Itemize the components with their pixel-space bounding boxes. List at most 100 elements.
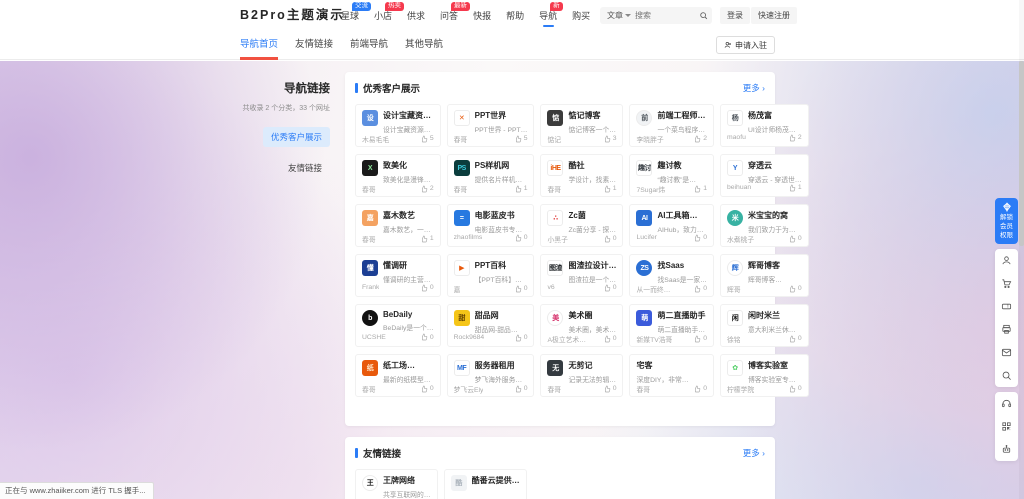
more-link[interactable]: 更多 › (743, 82, 765, 94)
like-button[interactable]: 0 (603, 235, 617, 243)
like-button[interactable]: 0 (603, 335, 617, 343)
site-card[interactable]: 王 王牌网络 共享互联网的… (355, 469, 438, 499)
site-card[interactable]: ✿ 博客实验室 博客实验室专… 柠檬学院 0 (720, 354, 809, 397)
search-button[interactable] (694, 7, 712, 24)
like-button[interactable]: 0 (693, 385, 707, 393)
like-button[interactable]: 0 (788, 285, 802, 293)
site-card[interactable]: PS PS样机网 提供名片样机… 春哥 1 (447, 154, 535, 197)
like-button[interactable]: 2 (693, 135, 707, 143)
like-button[interactable]: 0 (788, 235, 802, 243)
site-card[interactable]: 甜 甜品网 甜品网-甜品… Rock9684 0 (447, 304, 535, 347)
like-button[interactable]: 0 (514, 334, 528, 342)
more-link[interactable]: 更多 › (743, 447, 765, 459)
site-card[interactable]: 纸 纸工场… 最新的纸模型… 春哥 0 (355, 354, 441, 397)
site-card[interactable]: 辉 辉哥博客 辉哥博客… 辉哥 0 (720, 254, 809, 297)
like-button[interactable]: 0 (514, 385, 528, 393)
site-card[interactable]: X 致美化 致美化是漫锋… 春哥 2 (355, 154, 441, 197)
like-button[interactable]: 1 (693, 185, 707, 193)
site-card[interactable]: 前 前端工程师… 一个菜鸟程序… 李晓胖子 2 (629, 104, 713, 147)
site-card[interactable]: 趣讨 趣讨教 “趣讨教”是… 7Sugar炜 1 (629, 154, 713, 197)
top-nav-item[interactable]: 星球 交流 (341, 9, 359, 22)
subnav-tab[interactable]: 导航首页 (240, 30, 278, 60)
site-card[interactable]: 无 无剪记 记录无法剪辑… 春哥 0 (540, 354, 623, 397)
subnav-tab[interactable]: 其他导航 (405, 30, 443, 60)
unlock-vip-button[interactable]: 解锁会员权限 (995, 198, 1018, 244)
site-card[interactable]: 懂 懂调研 懂调研的主营… Frank 0 (355, 254, 441, 297)
scrollbar-thumb[interactable] (1019, 61, 1024, 246)
top-nav-item[interactable]: 导航 新 (539, 9, 557, 22)
like-button[interactable]: 0 (693, 234, 707, 242)
cart-icon[interactable] (995, 272, 1018, 295)
mail-icon[interactable] (995, 341, 1018, 364)
site-card[interactable]: 米 米宝宝的窝 我们致力于为… 水煮桃子 0 (720, 204, 809, 247)
like-button[interactable]: 0 (420, 284, 434, 292)
printer-icon[interactable] (995, 318, 1018, 341)
scrollbar[interactable] (1019, 0, 1024, 499)
site-card[interactable]: iHE 酷社 学设计，找素… 春哥 1 (540, 154, 623, 197)
site-card[interactable]: 设 设计宝藏资… 设计宝藏资源… 木易毛毛 5 (355, 104, 441, 147)
robot-icon[interactable] (995, 438, 1018, 461)
site-card[interactable]: 萌 萌二直播助手 萌二直播助手… 新媒TV浩哥 0 (629, 304, 713, 347)
site-card[interactable]: 嘉 嘉木数艺 嘉木数艺，一… 春哥 1 (355, 204, 441, 247)
site-card[interactable]: Y 穿透云 穿透云 - 穿透世… beihuan 1 (720, 154, 809, 197)
service-icon[interactable] (995, 392, 1018, 415)
subnav-tab[interactable]: 友情链接 (295, 30, 333, 60)
site-card[interactable]: ZS 找Saas 找Saas是一家… 从一而终… 0 (629, 254, 713, 297)
like-button[interactable]: 0 (788, 385, 802, 393)
friend-links-grid: 王 王牌网络 共享互联网的… 酷 酷番云提供… (355, 469, 765, 499)
like-button[interactable]: 0 (603, 284, 617, 292)
search-input[interactable] (635, 11, 694, 20)
top-nav-item[interactable]: 小店 热卖 (374, 9, 392, 22)
top-nav-item[interactable]: 帮助 (506, 9, 524, 22)
like-button[interactable]: 5 (514, 135, 528, 143)
user-icon[interactable] (995, 249, 1018, 272)
like-button[interactable]: 0 (693, 335, 707, 343)
subnav-tab[interactable]: 前端导航 (350, 30, 388, 60)
qrcode-icon[interactable] (995, 415, 1018, 438)
like-button[interactable]: 0 (420, 385, 434, 393)
top-nav-item[interactable]: 购买 (572, 9, 590, 22)
site-card[interactable]: ∴ Zc菌 Zc菌分享 - 探… 小黑子 0 (540, 204, 623, 247)
like-button[interactable]: 2 (420, 185, 434, 193)
sidebar-category-item[interactable]: 优秀客户展示 (263, 127, 330, 147)
site-favicon: 萌 (636, 310, 652, 326)
site-logo[interactable]: B2Pro主题演示 (240, 0, 345, 30)
top-nav-item[interactable]: 问答 最新 (440, 9, 458, 22)
login-button[interactable]: 登录 (720, 7, 750, 24)
site-card[interactable]: 闲 闲时米兰 意大利米兰休… 徐铭 0 (720, 304, 809, 347)
like-button[interactable]: 1 (514, 185, 528, 193)
site-card[interactable]: MF 服务器租用 梦飞海外服务… 梦飞云Ely 0 (447, 354, 535, 397)
site-card[interactable]: ▶ PPT百科 【PPT百科】… 嘉 0 (447, 254, 535, 297)
site-card[interactable]: AI AI工具箱… AIHub，致力… Lucifer 0 (629, 204, 713, 247)
site-card[interactable]: ✕ PPT世界 PPT世界 - PPT… 春哥 5 (447, 104, 535, 147)
like-button[interactable]: 1 (420, 235, 434, 243)
like-button[interactable]: 0 (603, 385, 617, 393)
site-card[interactable]: 图渣 图渣拉设计… 图渣拉是一个… v6 0 (540, 254, 623, 297)
site-card[interactable]: 酷 酷番云提供… (444, 469, 527, 499)
like-button[interactable]: 0 (693, 285, 707, 293)
register-button[interactable]: 快速注册 (751, 7, 797, 24)
sidebar-category-item[interactable]: 友情链接 (280, 158, 330, 178)
like-button[interactable]: 1 (603, 185, 617, 193)
ticket-icon[interactable] (995, 295, 1018, 318)
site-card[interactable]: 惦 惦记博客 惦记博客一个… 惦记 3 (540, 104, 623, 147)
search-icon[interactable] (995, 364, 1018, 387)
like-button[interactable]: 2 (788, 134, 802, 142)
like-button[interactable]: 1 (788, 184, 802, 192)
top-nav-item[interactable]: 供求 (407, 9, 425, 22)
apply-button[interactable]: 申请入驻 (716, 36, 775, 54)
like-button[interactable]: 3 (603, 135, 617, 143)
like-button[interactable]: 0 (788, 335, 802, 343)
like-button[interactable]: 0 (514, 234, 528, 242)
featured-clients-panel: 优秀客户展示 更多 › 设 设计宝藏资… 设计宝藏资源… 木易毛毛 5 ✕ PP… (345, 72, 775, 426)
search-category-dropdown[interactable]: 文章 (600, 10, 635, 21)
site-card[interactable]: b BeDaily BeDaily是一个… UCSHE 0 (355, 304, 441, 347)
like-button[interactable]: 5 (420, 135, 434, 143)
site-card[interactable]: = 电影蓝皮书 电影蓝皮书专… zhaofilms 0 (447, 204, 535, 247)
site-card[interactable]: 美 美术圈 美术圈，美术… A极立艺术… 0 (540, 304, 623, 347)
site-card[interactable]: 杨 杨茂富 UI设计师杨茂… maofu 2 (720, 104, 809, 147)
top-nav-item[interactable]: 快报 (473, 9, 491, 22)
like-button[interactable]: 0 (514, 285, 528, 293)
like-button[interactable]: 0 (420, 333, 434, 341)
site-card[interactable]: 宅客 深度DIY，非常… 春哥 0 (629, 354, 713, 397)
